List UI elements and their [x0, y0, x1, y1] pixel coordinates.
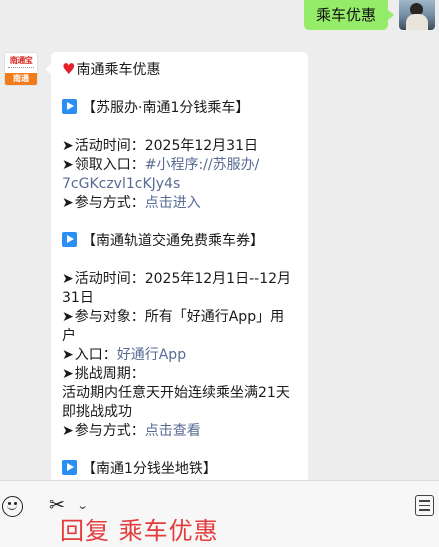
emoji-icon[interactable]: [2, 496, 23, 517]
info-line-cont: 7cGKczvl1cKJy4s: [62, 175, 298, 194]
info-line-cont: 户: [62, 328, 76, 344]
miniprogram-link-cont[interactable]: 7cGKczvl1cKJy4s: [62, 176, 180, 192]
info-line: ➤参与对象：所有「好通行App」用: [62, 309, 285, 325]
bot-avatar-city: 南通: [5, 73, 37, 85]
avatar-body: [406, 14, 428, 30]
chat-area: 乘车优惠 南通宝 南通 ♥南通乘车优惠 【苏服办·南通1分钱乘车】 ➤活动时间：…: [0, 0, 439, 480]
outgoing-bubble[interactable]: 乘车优惠: [303, 0, 395, 30]
menu-icon[interactable]: [415, 495, 434, 516]
message-title: ♥南通乘车优惠: [62, 60, 161, 78]
scissors-icon[interactable]: ✂: [49, 494, 65, 516]
bot-avatar[interactable]: 南通宝 南通: [4, 52, 38, 86]
bot-avatar-brand: 南通宝: [9, 56, 33, 65]
arrow-icon: ➤: [62, 309, 74, 325]
info-line: ➤活动时间：2025年12月1日--12月: [62, 271, 292, 287]
reply-text[interactable]: 回复 乘车优惠: [60, 516, 219, 546]
section-heading: 【南通轨道交通免费乘车券】: [62, 232, 298, 251]
play-icon: [62, 232, 77, 247]
info-line: ➤参与方式：点击进入: [62, 195, 201, 211]
view-link[interactable]: 点击查看: [145, 423, 201, 439]
arrow-icon: ➤: [62, 157, 74, 173]
section-heading: 【南通1分钱坐地铁】: [62, 460, 298, 479]
arrow-icon: ➤: [62, 347, 74, 363]
incoming-bubble: ♥南通乘车优惠 【苏服办·南通1分钱乘车】 ➤活动时间：2025年12月31日 …: [45, 52, 308, 480]
info-line: ➤领取入口：#小程序://苏服办/: [62, 157, 260, 173]
arrow-icon: ➤: [62, 366, 74, 382]
input-bar: ✂ ⌄ 回复 乘车优惠: [0, 480, 439, 547]
section-heading: 【苏服办·南通1分钱乘车】: [62, 99, 298, 118]
arrow-icon: ➤: [62, 423, 74, 439]
info-line: ➤活动时间：2025年12月31日: [62, 138, 258, 154]
arrow-icon: ➤: [62, 138, 74, 154]
app-link[interactable]: 好通行App: [117, 347, 186, 363]
heart-icon: ♥: [62, 60, 76, 78]
info-line: ➤挑战周期：: [62, 366, 145, 382]
info-line: ➤参与方式：点击查看: [62, 423, 201, 439]
bot-avatar-divider: [8, 67, 34, 71]
info-line: ➤入口：好通行App: [62, 347, 187, 363]
chevron-down-icon[interactable]: ⌄: [77, 495, 89, 517]
play-icon: [62, 99, 77, 114]
arrow-icon: ➤: [62, 271, 74, 287]
enter-link[interactable]: 点击进入: [145, 195, 201, 211]
self-avatar[interactable]: [399, 0, 435, 30]
arrow-icon: ➤: [62, 195, 74, 211]
play-icon: [62, 460, 77, 475]
outgoing-message-row: 乘车优惠: [0, 0, 439, 34]
info-line-cont: 即挑战成功: [62, 404, 132, 420]
info-line-cont: 31日: [62, 290, 94, 306]
info-line-cont: 活动期内任意天开始连续乘坐满21天: [62, 385, 290, 401]
miniprogram-link[interactable]: #小程序://苏服办/: [145, 157, 260, 173]
